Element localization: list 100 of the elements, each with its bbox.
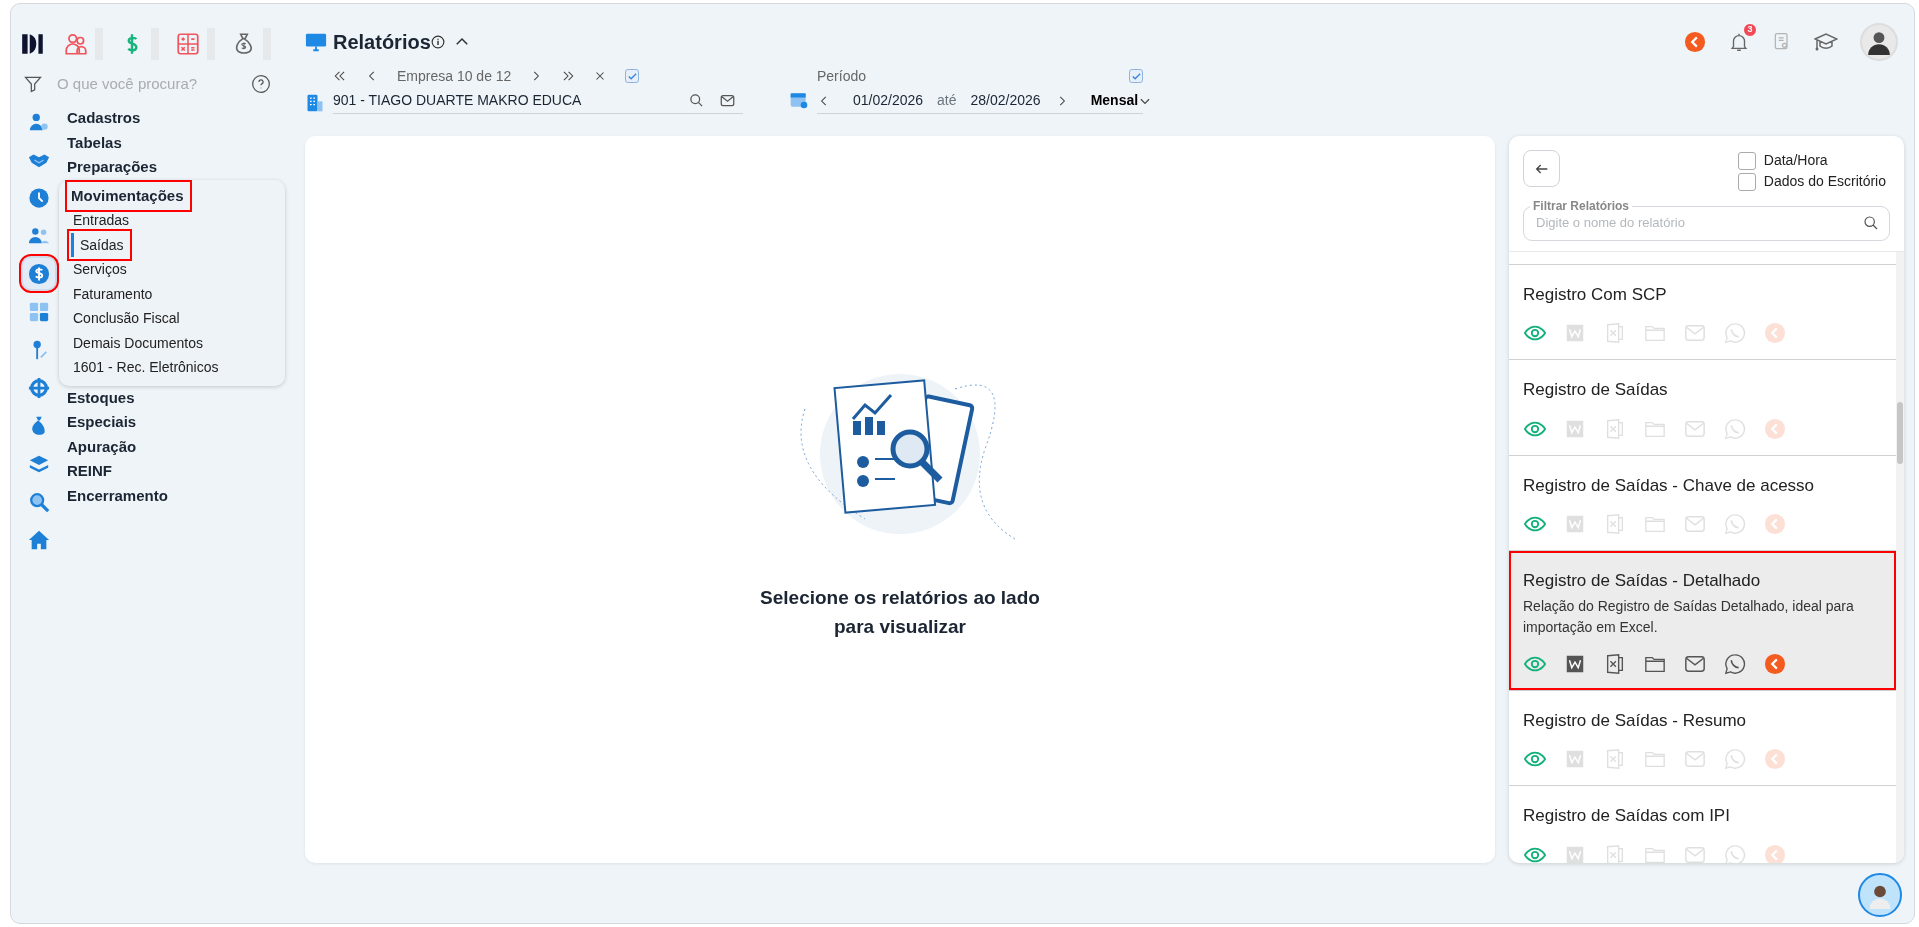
search-field[interactable]: O que você procura? (55, 71, 235, 97)
search-icon (689, 93, 704, 108)
home-icon (28, 528, 50, 551)
report-title: Registro de Saídas com IPI (1523, 805, 1731, 827)
end-date: 28/02/2026 (970, 91, 1041, 110)
calendar-icon (789, 90, 809, 110)
chevron-left-icon (1764, 652, 1786, 675)
empty-state-message: Selecione os relatórios ao lado para visualizar (759, 585, 1041, 639)
chat-bubble-icon (1724, 322, 1746, 344)
chevron-left-icon (1764, 843, 1786, 863)
search-icon (1863, 214, 1879, 231)
menu-item[interactable]: Especiais (67, 410, 137, 435)
report-item[interactable]: Registro de Saídas (1509, 359, 1896, 455)
submenu-item[interactable]: Serviços (67, 257, 131, 282)
first-icon (333, 69, 347, 83)
help-icon (251, 74, 271, 94)
report-item[interactable]: Registro de Saídas - Detalhado Relação do Registro de Saídas Detalhado, ideal para importação em Excel. (1509, 550, 1896, 690)
info-icon (430, 35, 445, 49)
menu-item[interactable]: Encerramento (67, 483, 168, 508)
menu-item[interactable]: Estoques (67, 385, 135, 410)
email-button[interactable] (720, 93, 735, 108)
check-icon (626, 70, 638, 82)
back-button[interactable] (1523, 150, 1560, 187)
checkbox[interactable] (1737, 151, 1756, 170)
submenu-item[interactable]: Demais Documentos (67, 330, 207, 355)
menu-item[interactable]: Apuração (67, 434, 137, 459)
checkbox[interactable] (625, 69, 640, 83)
report-item[interactable]: Registro Com SCP (1509, 263, 1896, 359)
report-description: Relação do Registro de Saídas Detalhado, ideal para importação em Excel. (1523, 596, 1855, 637)
dollar-icon (28, 262, 50, 285)
search-button[interactable] (689, 93, 704, 108)
spreadsheet-icon (1604, 652, 1626, 675)
menu-item[interactable]: Cadastros (67, 106, 141, 131)
envelope-icon (720, 93, 735, 108)
chevron-left-icon (1684, 31, 1706, 53)
scrollbar-thumb[interactable] (1897, 401, 1903, 464)
chat-bubble-icon (1724, 417, 1746, 440)
word-icon (1564, 322, 1586, 344)
share-button[interactable] (1763, 651, 1787, 676)
chat-bubble-icon (1724, 513, 1746, 535)
clock-icon (28, 186, 50, 209)
menu-item[interactable]: REINF (67, 459, 112, 484)
filter-field[interactable]: Filtrar Relatórios Digite o nome do relatório (1523, 200, 1890, 241)
filter-label: Filtrar Relatórios (1532, 200, 1631, 212)
submenu-item[interactable]: Entradas (67, 208, 134, 233)
menu-item[interactable]: Preparações (67, 155, 158, 180)
chat-bubble-icon (1724, 843, 1746, 863)
envelope-icon (1684, 748, 1706, 770)
period-label: Período (817, 66, 867, 86)
spreadsheet-icon (1604, 843, 1626, 863)
menu-item[interactable]: Tabelas (67, 130, 122, 155)
building-icon (305, 92, 325, 114)
submenu-item[interactable]: 1601 - Rec. Eletrônicos (67, 355, 223, 380)
people-icon (63, 31, 89, 57)
search-icon (28, 490, 50, 513)
calculator-icon (28, 300, 50, 323)
start-date: 01/02/2026 (853, 91, 924, 110)
envelope-icon (1684, 513, 1706, 535)
company-counter: Empresa 10 de 12 (397, 66, 512, 86)
help-button[interactable] (251, 74, 271, 94)
last-icon (561, 69, 576, 83)
last-button[interactable] (561, 69, 576, 83)
word-icon (1564, 513, 1586, 535)
report-title: Registro de Saídas (1523, 379, 1669, 401)
profile-avatar[interactable] (1860, 23, 1898, 61)
submenu-item[interactable]: Conclusão Fiscal (67, 306, 184, 331)
checkbox[interactable] (1129, 69, 1143, 83)
chevron-left-icon (1764, 513, 1786, 535)
filter-icon (23, 74, 43, 94)
spreadsheet-icon (1604, 748, 1626, 770)
whatsapp-button[interactable] (1723, 651, 1747, 676)
report-title: Registro de Saídas - Chave de acesso (1523, 474, 1816, 497)
monitor-icon (305, 31, 327, 53)
date-separator: até (937, 91, 957, 110)
submenu-item[interactable]: Faturamento (67, 281, 157, 306)
assistant-avatar[interactable] (1858, 873, 1902, 917)
gear-icon (28, 376, 50, 399)
chevron-left-icon (1764, 322, 1786, 344)
envelope-icon (1684, 322, 1706, 344)
option-label: Data/Hora (1763, 151, 1828, 170)
page-title: Relatórios (333, 30, 431, 55)
report-title: Registro de Saídas - Resumo (1523, 709, 1747, 732)
calculator-icon (175, 31, 201, 57)
first-button[interactable] (333, 69, 347, 83)
report-item[interactable]: Registro de Saídas - Resumo (1509, 689, 1896, 785)
check-icon (1130, 70, 1142, 82)
spreadsheet-icon (1604, 417, 1626, 440)
checkbox[interactable] (1737, 172, 1756, 191)
period-mode-dropdown[interactable]: Mensal (1090, 90, 1153, 111)
company-name: 901 - TIAGO DUARTE MAKRO EDUCA (333, 91, 583, 110)
notification-count: 3 (1743, 23, 1757, 37)
spreadsheet-icon (1604, 322, 1626, 344)
person-silhouette-icon (1866, 29, 1892, 55)
option-label: Dados do Escritório (1763, 172, 1886, 191)
report-title: Registro Com SCP (1523, 283, 1668, 306)
chevron-left-icon (1764, 417, 1786, 440)
report-title: Registro de Saídas - Detalhado (1523, 570, 1762, 592)
chat-bubble-icon (1724, 652, 1746, 675)
spreadsheet-icon (1604, 513, 1626, 535)
chat-bubble-icon (1724, 748, 1746, 770)
